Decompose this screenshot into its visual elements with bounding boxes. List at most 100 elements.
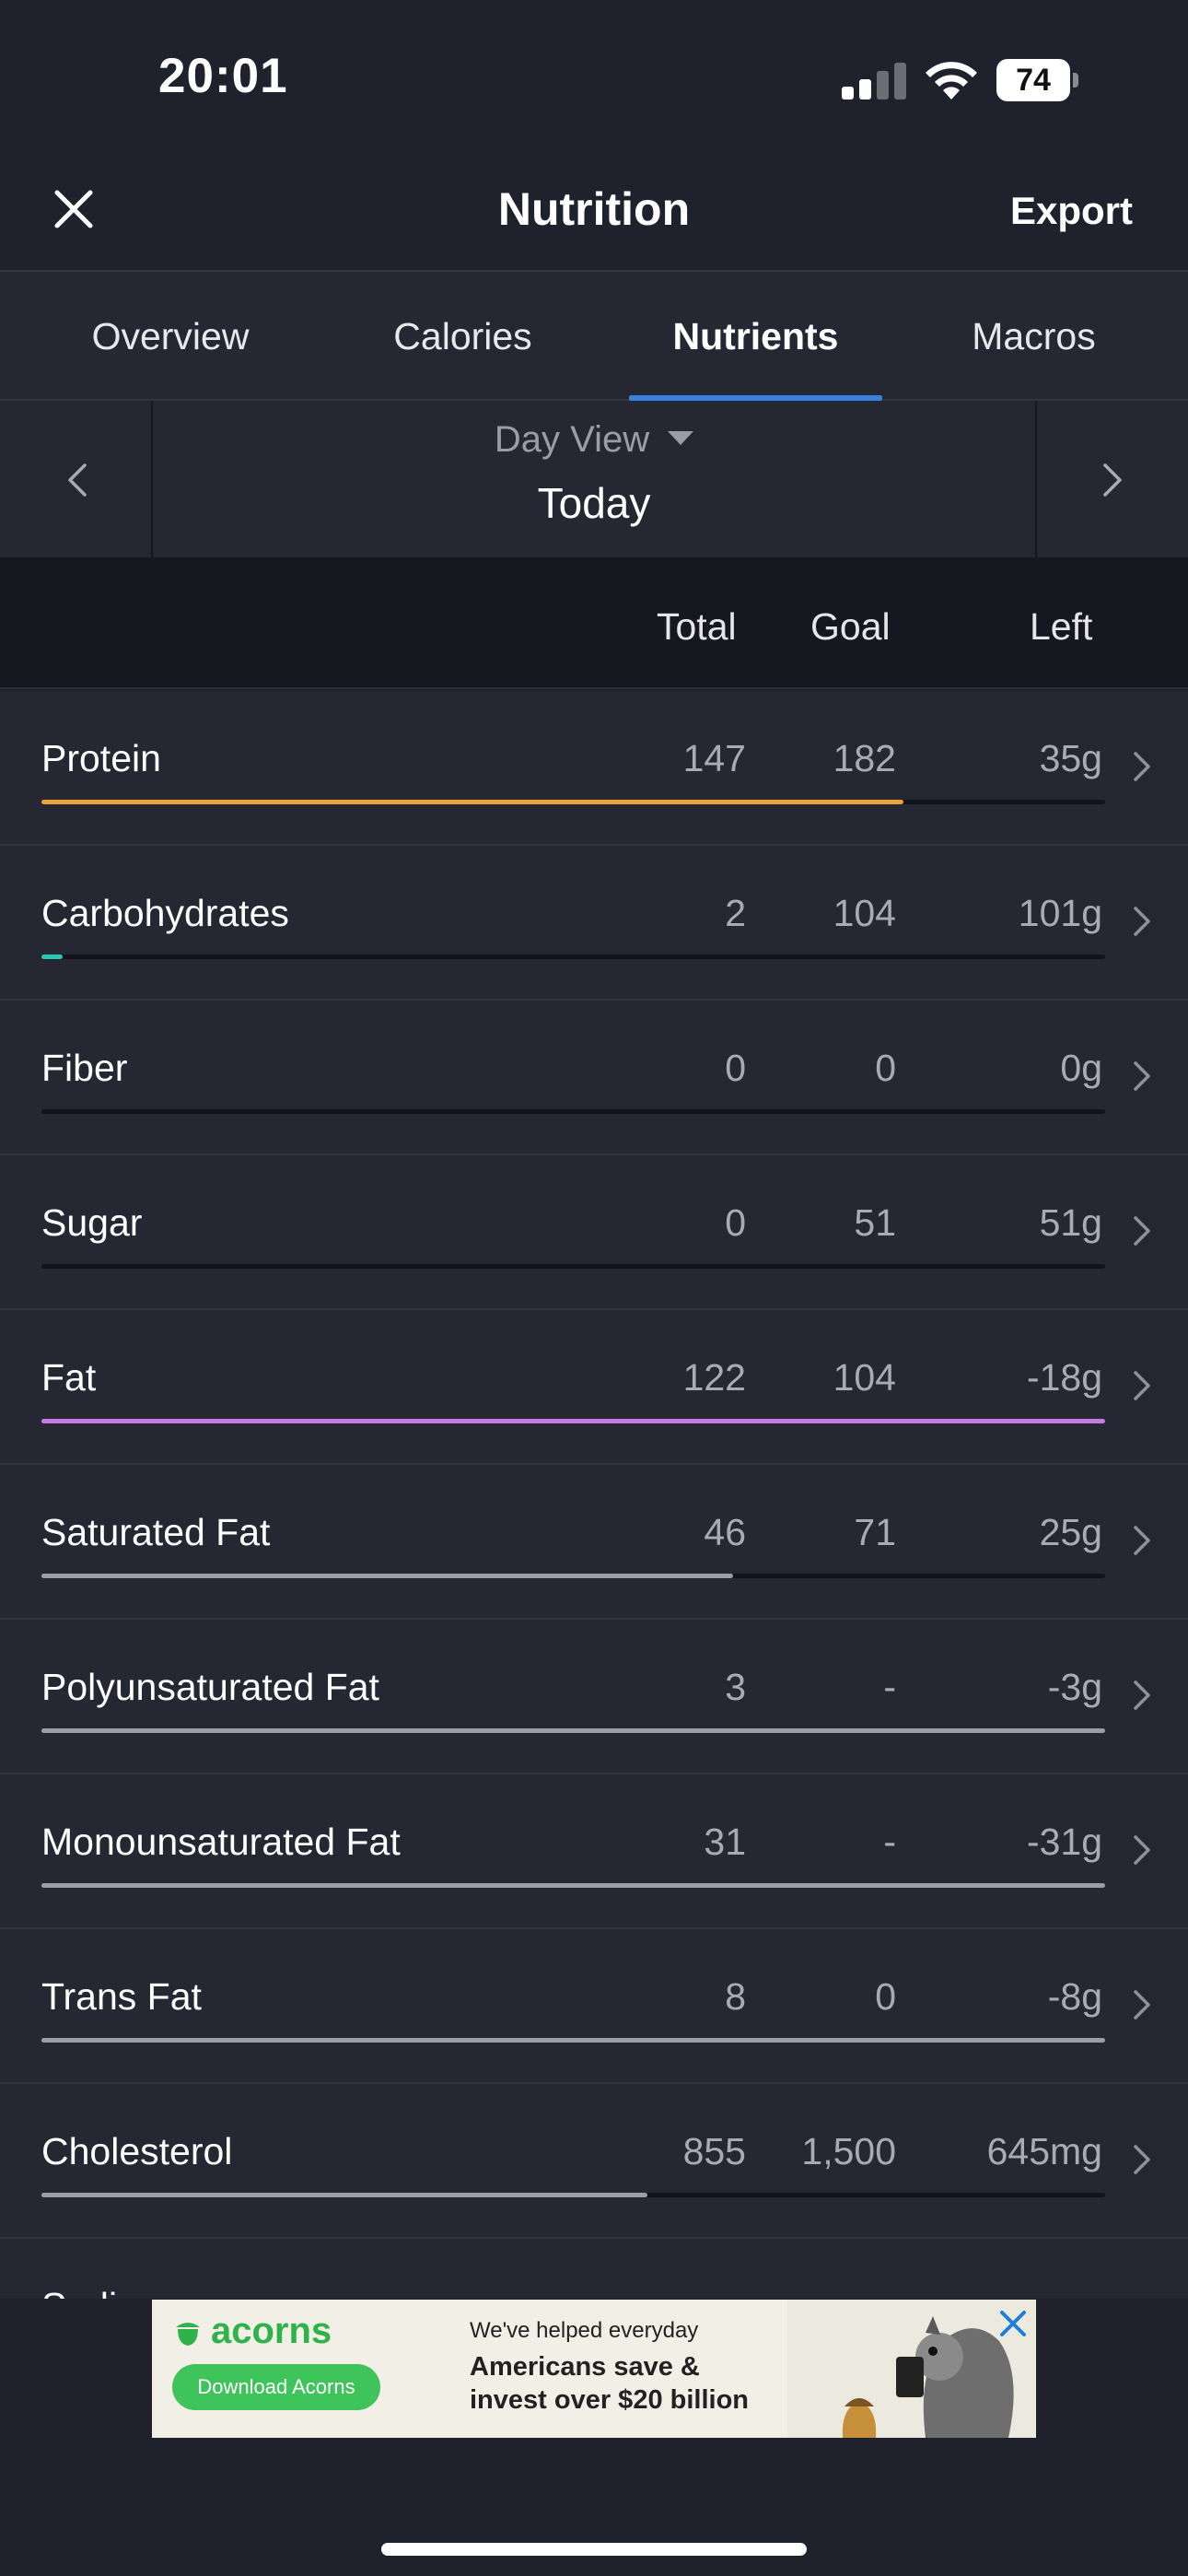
progress-track	[41, 954, 1105, 959]
day-view-dropdown[interactable]: Day View	[155, 419, 1033, 461]
progress-track	[41, 2038, 1105, 2043]
nutrient-left: -3g	[1047, 1666, 1102, 1708]
day-view-selector[interactable]: Day View Today	[155, 401, 1033, 557]
nutrient-goal: 104	[833, 1356, 896, 1399]
progress-track	[41, 1883, 1105, 1888]
progress-track	[41, 1728, 1105, 1733]
nutrient-row-carbohydrates[interactable]: Carbohydrates 2 104 101g	[0, 846, 1188, 1001]
chevron-left-icon	[68, 463, 87, 497]
nutrient-list: Protein 147 182 35g Carbohydrates 2 104 101g Fib…	[0, 691, 1188, 2299]
nutrient-total: 147	[682, 737, 746, 779]
status-time: 20:01	[158, 49, 288, 103]
acorn-logo-icon	[176, 2323, 200, 2346]
ad-close-icon[interactable]	[995, 2305, 1031, 2342]
progress-fill	[41, 1883, 1105, 1888]
nutrient-left: 0g	[1060, 1047, 1102, 1089]
nutrient-goal: -	[883, 1666, 896, 1708]
nutrient-left: -31g	[1026, 1821, 1102, 1863]
nutrient-goal: -	[883, 1821, 896, 1863]
column-header-goal: Goal	[810, 605, 891, 648]
ad-headline-big: Americans save & invest over $20 billion	[470, 2352, 749, 2415]
nutrient-total: 0	[725, 1201, 746, 1244]
tab-macros[interactable]: Macros	[912, 272, 1156, 401]
progress-track	[41, 1264, 1105, 1269]
tab-bar: Overview Calories Nutrients Macros	[0, 270, 1188, 401]
nutrient-left: 35g	[1039, 737, 1102, 779]
next-day-button[interactable]	[1035, 401, 1188, 557]
chevron-right-icon	[1134, 1990, 1150, 2020]
nutrient-name: Polyunsaturated Fat	[41, 1666, 379, 1708]
nutrient-row-cholesterol[interactable]: Cholesterol 855 1,500 645mg	[0, 2084, 1188, 2239]
nutrient-name: Saturated Fat	[41, 1511, 271, 1553]
ad-area: acorns Download Acorns We've helped ever…	[0, 2300, 1188, 2576]
nutrient-row-protein[interactable]: Protein 147 182 35g	[0, 691, 1188, 846]
tab-nutrients[interactable]: Nutrients	[629, 272, 882, 401]
column-header-left: Left	[1030, 605, 1093, 648]
nutrient-goal: 71	[854, 1511, 896, 1553]
column-header-total: Total	[657, 605, 737, 648]
nutrient-total: 46	[704, 1511, 746, 1553]
nutrient-left: -18g	[1026, 1356, 1102, 1399]
wifi-icon	[926, 62, 977, 100]
cellular-signal-icon	[842, 61, 906, 100]
progress-track	[41, 1109, 1105, 1114]
nutrient-name: Sodium	[41, 2285, 169, 2299]
nutrient-goal: 51	[854, 1201, 896, 1244]
nutrient-left: 51g	[1039, 1201, 1102, 1244]
nutrient-goal: 0	[875, 1047, 896, 1089]
nutrient-row-fiber[interactable]: Fiber 0 0 0g	[0, 1001, 1188, 1155]
tab-calories[interactable]: Calories	[332, 272, 594, 401]
progress-fill	[41, 954, 64, 959]
nutrient-name: Monounsaturated Fat	[41, 1821, 401, 1863]
nutrient-total: 0	[725, 1047, 746, 1089]
chevron-right-icon	[1103, 463, 1122, 497]
chevron-right-icon	[1134, 1061, 1150, 1091]
nutrient-name: Sugar	[41, 1201, 143, 1244]
progress-fill	[41, 1574, 733, 1578]
nutrient-row-trans-fat[interactable]: Trans Fat 8 0 -8g	[0, 1929, 1188, 2084]
battery-level: 74	[996, 59, 1070, 101]
chevron-right-icon	[1134, 1371, 1150, 1400]
nutrient-row-monounsaturated-fat[interactable]: Monounsaturated Fat 31 - -31g	[0, 1774, 1188, 1929]
chevron-right-icon	[1134, 1526, 1150, 1555]
nutrient-total: 122	[682, 1356, 746, 1399]
table-header: Total Goal Left	[0, 557, 1188, 689]
chevron-right-icon	[1134, 2145, 1150, 2174]
nutrient-row-polyunsaturated-fat[interactable]: Polyunsaturated Fat 3 - -3g	[0, 1620, 1188, 1774]
progress-track	[41, 2193, 1105, 2197]
chevron-right-icon	[1134, 1835, 1150, 1865]
progress-fill	[41, 1419, 1105, 1423]
chevron-right-icon	[1131, 2296, 1153, 2299]
download-acorns-button[interactable]: Download Acorns	[172, 2364, 380, 2410]
nutrient-row-fat[interactable]: Fat 122 104 -18g	[0, 1310, 1188, 1465]
day-navigator: Day View Today	[0, 401, 1188, 557]
nutrient-left: 101g	[1018, 892, 1102, 934]
nutrient-goal: 182	[833, 737, 896, 779]
nutrient-row-sodium[interactable]: Sodium	[0, 2239, 1188, 2299]
progress-fill	[41, 2193, 648, 2197]
nutrient-left: -8g	[1047, 1975, 1102, 2018]
tab-overview[interactable]: Overview	[37, 272, 304, 401]
ad-brand: acorns	[211, 2311, 332, 2351]
ad-banner[interactable]: acorns Download Acorns We've helped ever…	[152, 2300, 1036, 2438]
export-button[interactable]: Export	[1010, 161, 1133, 261]
selected-day: Today	[537, 479, 651, 527]
caret-down-icon	[668, 430, 694, 445]
nutrient-row-sugar[interactable]: Sugar 0 51 51g	[0, 1155, 1188, 1310]
nutrient-left: 645mg	[986, 2130, 1102, 2172]
nutrient-left: 25g	[1039, 1511, 1102, 1553]
chevron-right-icon	[1134, 907, 1150, 936]
nutrient-name: Cholesterol	[41, 2130, 233, 2172]
nutrient-goal: 0	[875, 1975, 896, 2018]
nutrient-name: Fat	[41, 1356, 97, 1399]
progress-track	[41, 1574, 1105, 1578]
chevron-right-icon	[1134, 1216, 1150, 1246]
nutrient-total: 3	[725, 1666, 746, 1708]
day-view-label: Day View	[494, 419, 650, 460]
nutrient-goal: 104	[833, 892, 896, 934]
nutrient-row-saturated-fat[interactable]: Saturated Fat 46 71 25g	[0, 1465, 1188, 1620]
previous-day-button[interactable]	[0, 401, 153, 557]
chevron-right-icon	[1134, 752, 1150, 781]
chevron-right-icon	[1134, 1680, 1150, 1710]
progress-fill	[41, 1728, 1105, 1733]
